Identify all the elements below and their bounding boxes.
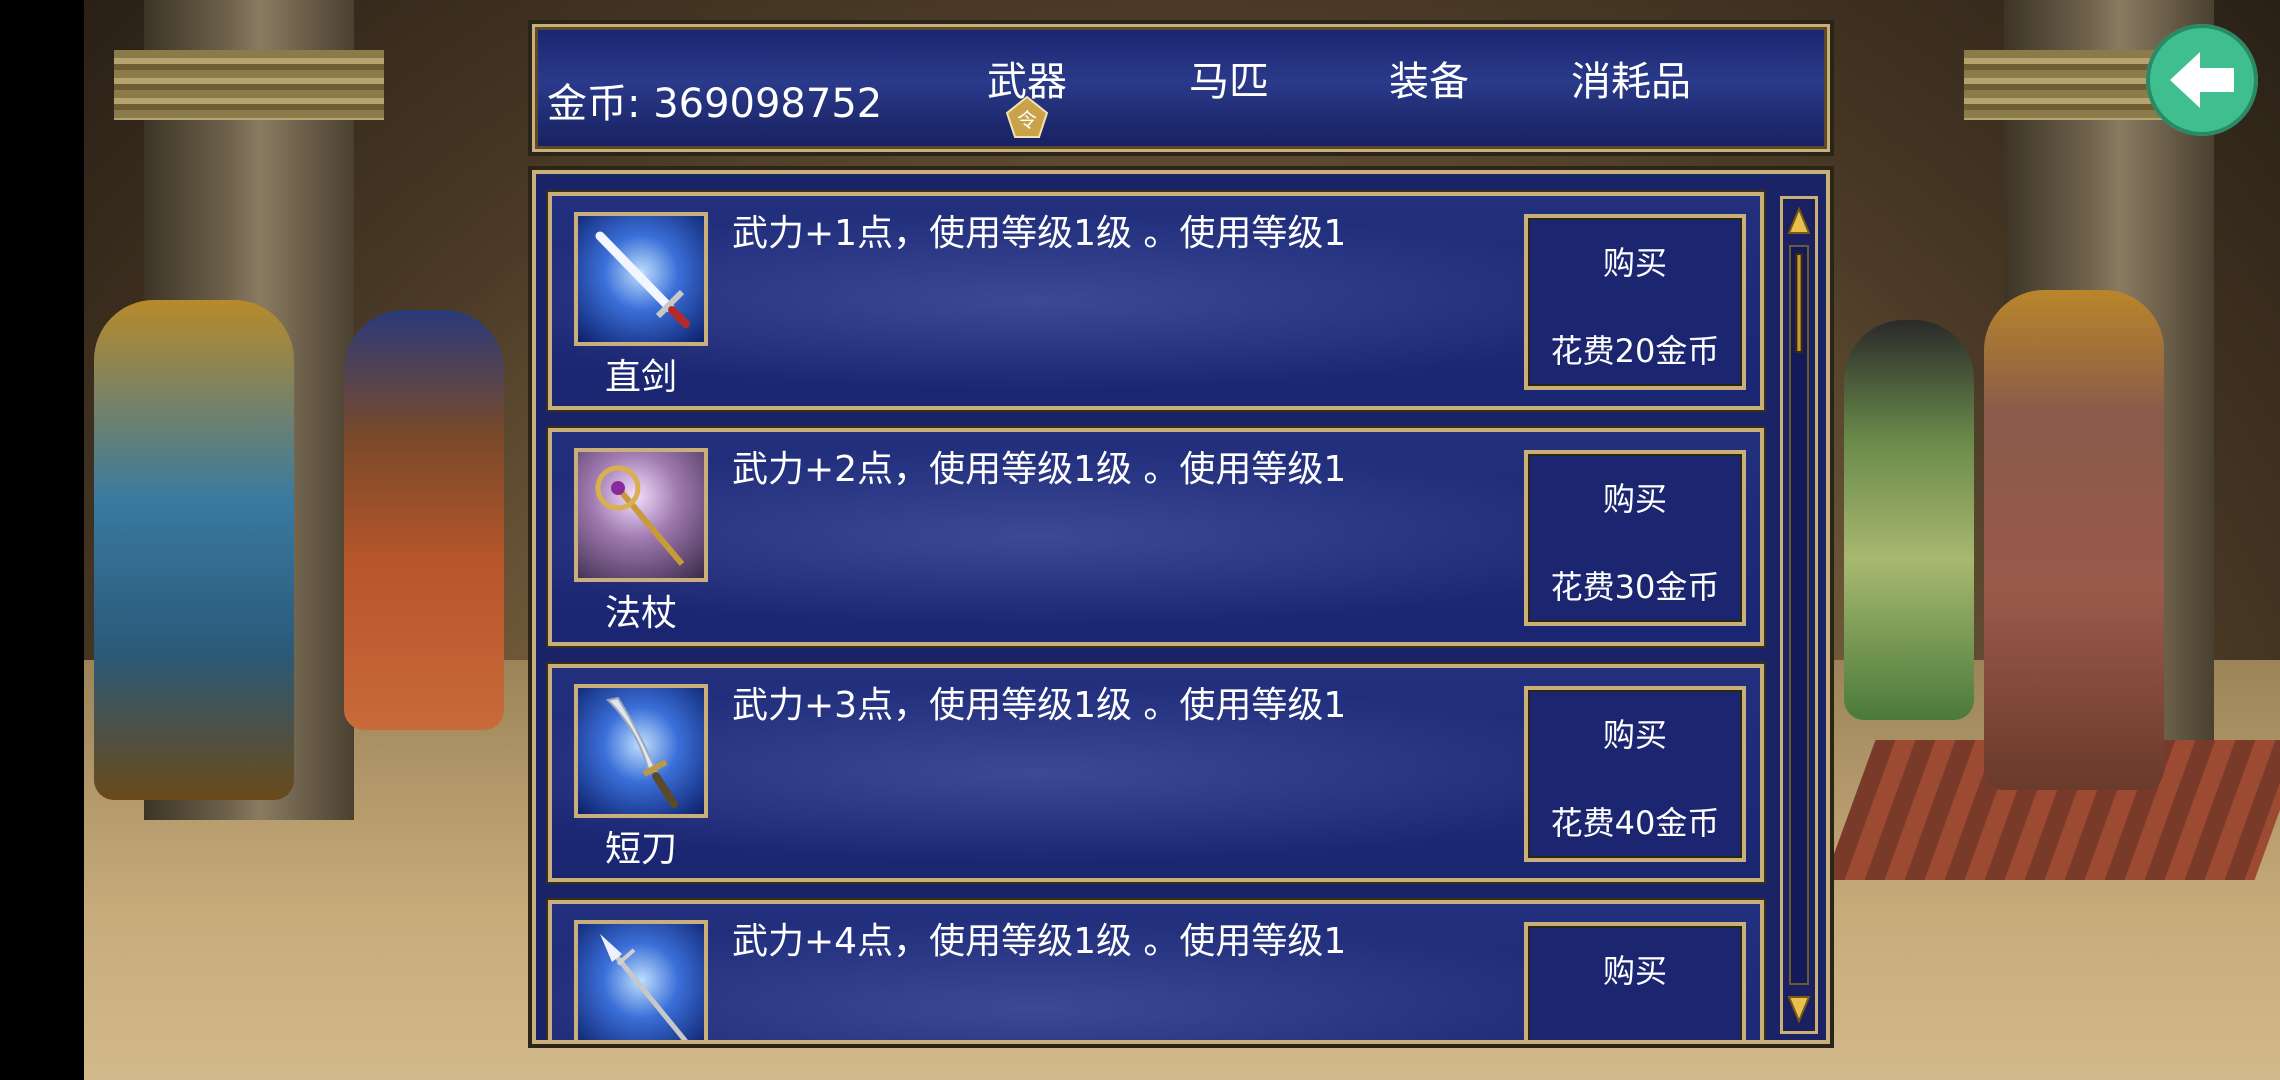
arrow-up-icon[interactable] — [1787, 205, 1811, 239]
arrow-left-icon — [2170, 52, 2234, 108]
back-button[interactable] — [2146, 24, 2258, 136]
scroll-thumb[interactable] — [1795, 253, 1803, 353]
item-name: 法杖 — [604, 593, 677, 634]
buy-label: 购买 — [1602, 480, 1667, 518]
buy-cost: 花费40金币 — [1550, 804, 1720, 842]
item-name: 短刀 — [604, 829, 677, 870]
arrow-down-icon[interactable] — [1787, 991, 1811, 1025]
list-item: 武力+4点，使用等级1级 。使用等级1 购买 — [546, 898, 1766, 1040]
selected-tab-marker-icon: 令 — [1005, 95, 1049, 138]
buy-cost: 花费30金币 — [1550, 568, 1720, 606]
tab-equipment[interactable]: 装备 — [1389, 49, 1469, 107]
buy-label: 购买 — [1602, 952, 1667, 990]
list-item: 直剑 武力+1点，使用等级1级 。使用等级1 购买 花费20金币 — [546, 190, 1766, 412]
item-description: 武力+2点，使用等级1级 。使用等级1 — [732, 449, 1347, 490]
character-lady-right — [1844, 320, 1974, 720]
buy-button[interactable]: 购买 花费40金币 — [1524, 686, 1746, 862]
pillar-cap-left — [114, 50, 384, 120]
buy-label: 购买 — [1602, 716, 1667, 754]
tab-marker-text: 令 — [1017, 108, 1037, 132]
shop-tab-bar: 金币: 369098752 武器 令 马匹 装备 消耗品 — [528, 20, 1834, 156]
blade-icon — [574, 684, 708, 818]
list-item: 短刀 武力+3点，使用等级1级 。使用等级1 购买 花费40金币 — [546, 662, 1766, 884]
buy-cost: 花费20金币 — [1550, 332, 1720, 370]
item-description: 武力+4点，使用等级1级 。使用等级1 — [732, 921, 1347, 962]
item-description: 武力+1点，使用等级1级 。使用等级1 — [732, 213, 1347, 254]
buy-button[interactable]: 购买 花费30金币 — [1524, 450, 1746, 626]
buy-label: 购买 — [1602, 244, 1667, 282]
spear-icon — [574, 920, 708, 1040]
staff-icon — [574, 448, 708, 582]
list-item: 法杖 武力+2点，使用等级1级 。使用等级1 购买 花费30金币 — [546, 426, 1766, 648]
scroll-track[interactable] — [1789, 245, 1809, 985]
character-merchant-left — [344, 310, 504, 730]
character-general-left — [94, 300, 294, 800]
list-scrollbar[interactable] — [1780, 196, 1818, 1034]
sword-icon — [574, 212, 708, 346]
item-list-panel: 直剑 武力+1点，使用等级1级 。使用等级1 购买 花费20金币 法杖 武力+2… — [528, 166, 1834, 1048]
tab-horses[interactable]: 马匹 — [1189, 49, 1269, 107]
buy-button[interactable]: 购买 花费20金币 — [1524, 214, 1746, 390]
item-description: 武力+3点，使用等级1级 。使用等级1 — [732, 685, 1347, 726]
item-name: 直剑 — [604, 357, 677, 398]
tab-consumables[interactable]: 消耗品 — [1571, 49, 1691, 107]
gold-amount: 金币: 369098752 — [547, 81, 883, 127]
buy-button[interactable]: 购买 — [1524, 922, 1746, 1040]
character-official-right — [1984, 290, 2164, 790]
